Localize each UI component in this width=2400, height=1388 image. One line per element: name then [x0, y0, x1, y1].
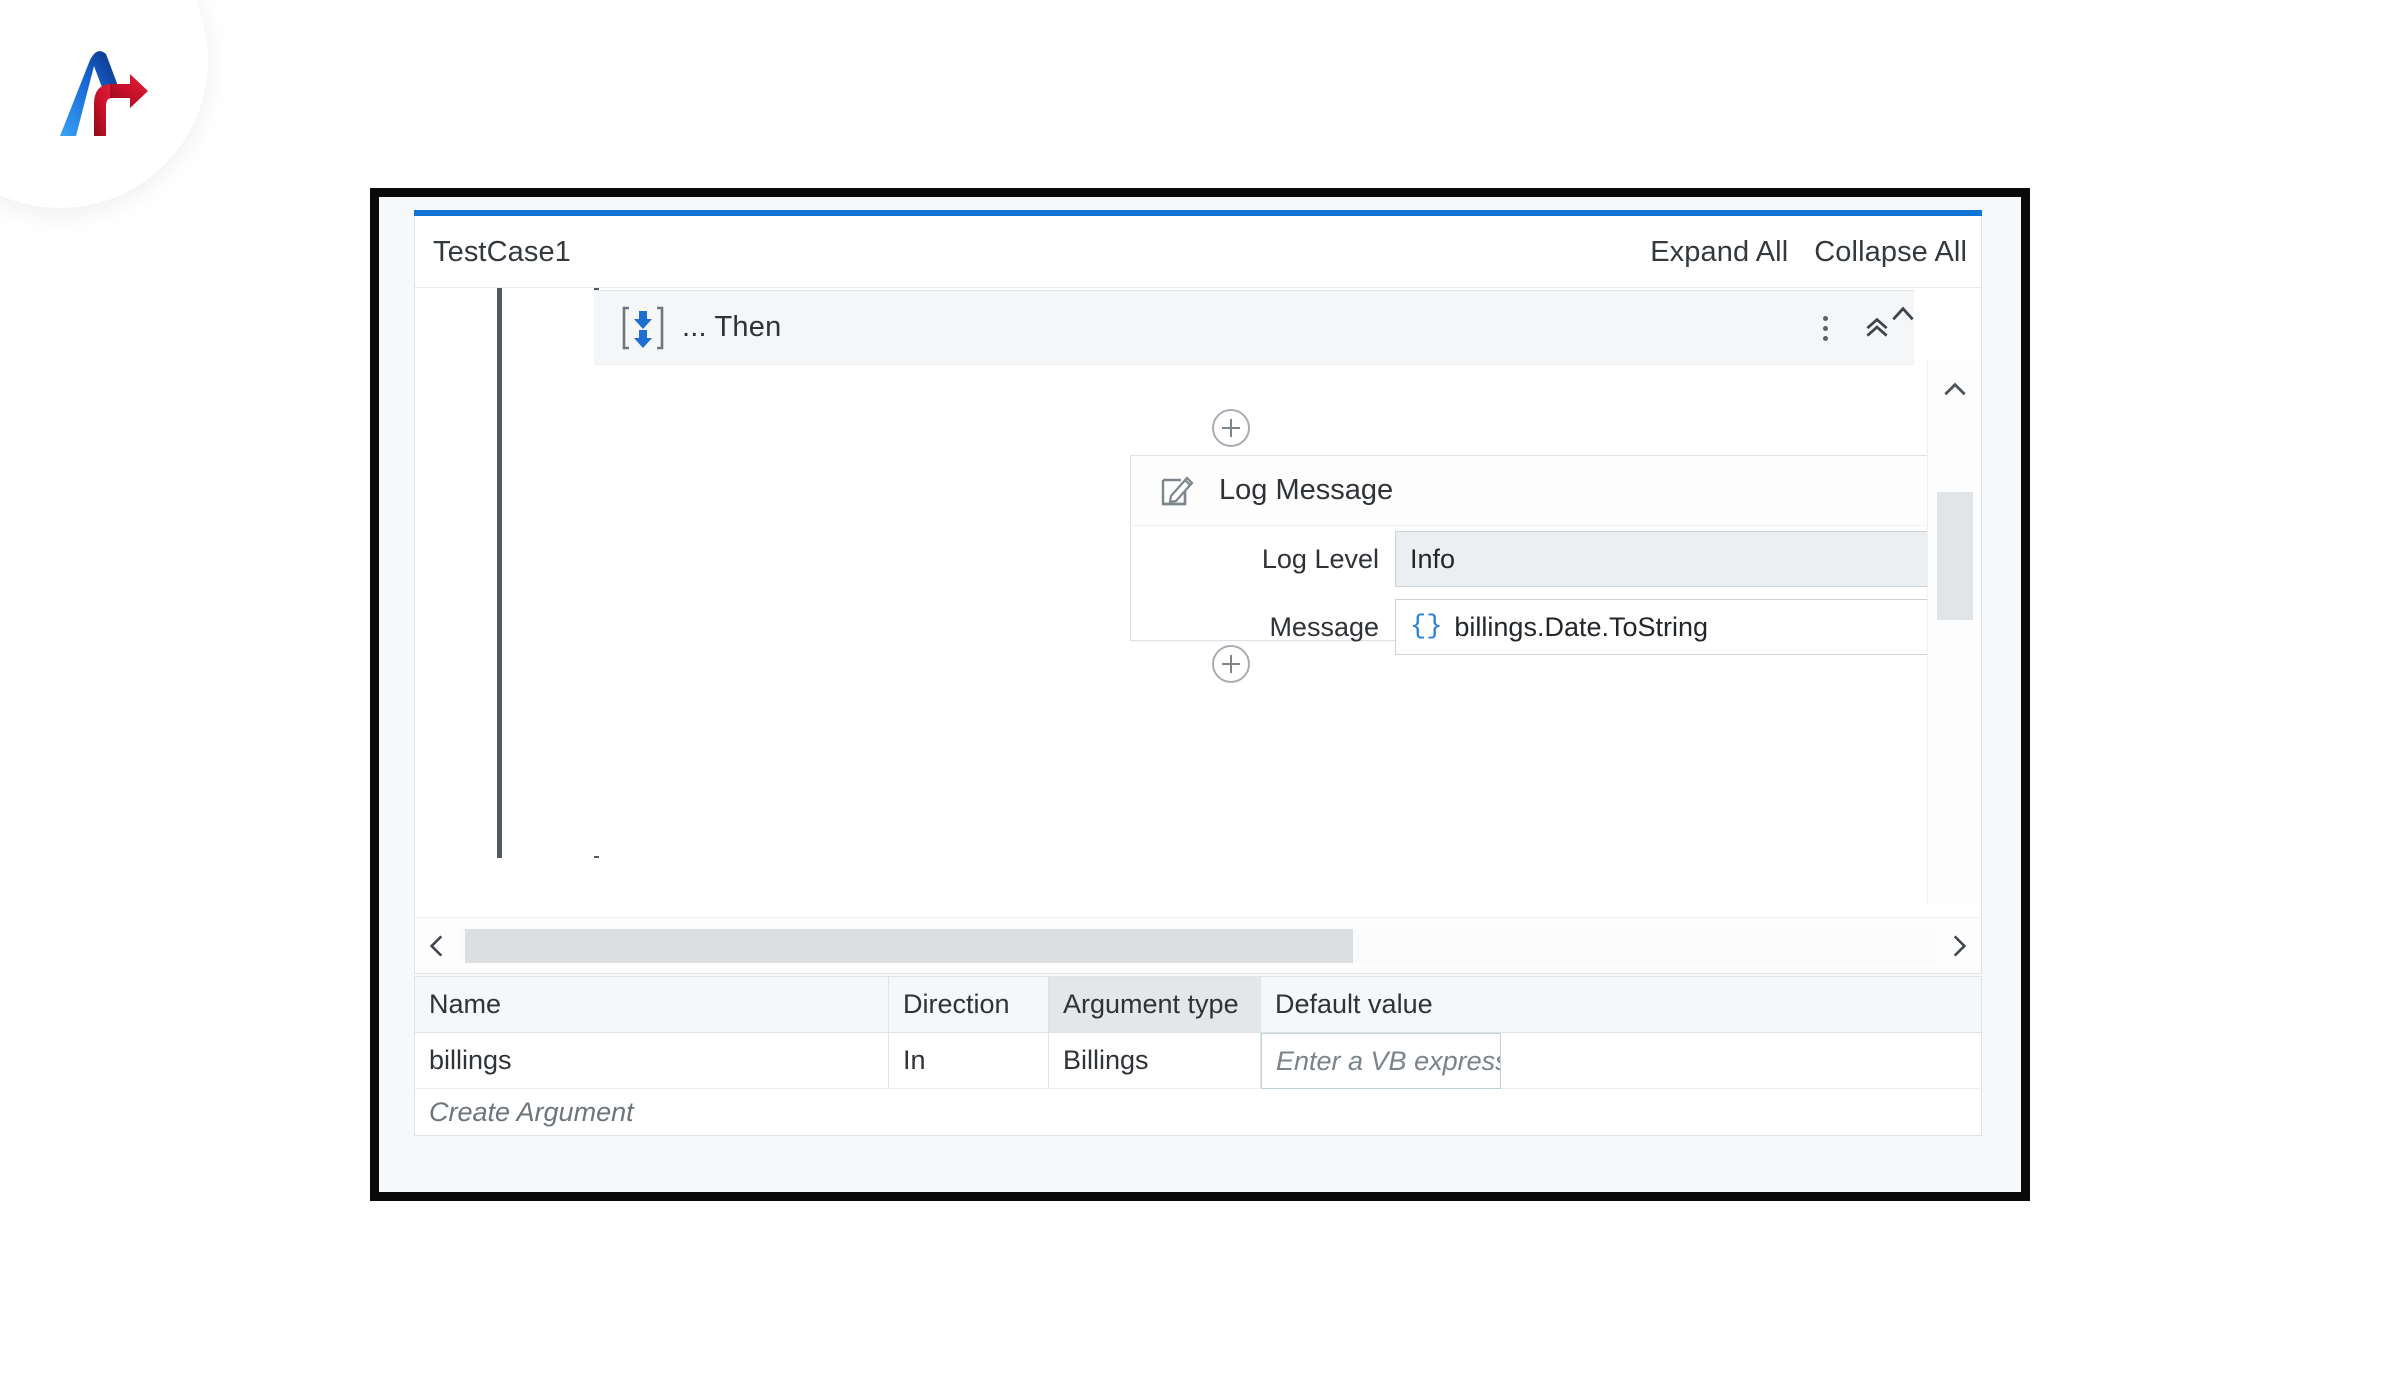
canvas-vertical-scrollbar[interactable]	[1927, 360, 1981, 903]
column-header-name[interactable]: Name	[415, 977, 889, 1032]
log-level-value: Info	[1410, 543, 1456, 574]
kebab-menu-icon[interactable]	[1819, 312, 1832, 345]
chevron-down-icon[interactable]	[1928, 897, 1981, 903]
vertical-scroll-thumb[interactable]	[1937, 492, 1973, 620]
column-header-default-value[interactable]: Default value	[1261, 977, 1501, 1032]
property-row-message: Message {} billings.Date.ToString	[1131, 598, 1981, 656]
header-actions: Expand All Collapse All	[1650, 236, 1967, 269]
canvas-horizontal-scrollbar[interactable]	[415, 917, 1981, 973]
then-controls	[1819, 291, 1914, 365]
then-sequence-block: ... Then Log Message Log Level Info Mess…	[594, 290, 1981, 856]
expression-braces-icon: {}	[1410, 612, 1443, 642]
collapse-all-button[interactable]: Collapse All	[1814, 236, 1967, 269]
workflow-designer-panel: TestCase1 Expand All Collapse All ... Th…	[414, 216, 1982, 974]
app-inner-surface: TestCase1 Expand All Collapse All ... Th…	[388, 206, 2012, 1183]
then-header[interactable]: ... Then	[594, 291, 1914, 365]
ascendion-logo	[48, 44, 168, 154]
message-label: Message	[1269, 611, 1379, 642]
activity-title: Log Message	[1219, 474, 1394, 506]
create-argument-button[interactable]: Create Argument	[415, 1089, 1981, 1135]
argument-direction-cell[interactable]: In	[889, 1033, 1049, 1088]
note-pencil-icon	[1157, 471, 1197, 511]
expand-all-button[interactable]: Expand All	[1650, 236, 1788, 269]
chevron-right-icon[interactable]	[1937, 931, 1981, 961]
column-header-direction[interactable]: Direction	[889, 977, 1049, 1032]
message-expression-input[interactable]: {} billings.Date.ToString	[1395, 599, 1981, 655]
chevron-up-icon[interactable]	[1888, 299, 1918, 334]
log-level-dropdown[interactable]: Info	[1395, 531, 1981, 587]
property-row-log-level: Log Level Info	[1131, 530, 1981, 588]
if-then-branch-icon	[620, 303, 666, 353]
message-expression-value: billings.Date.ToString	[1454, 611, 1709, 642]
column-header-argument-type[interactable]: Argument type	[1049, 977, 1261, 1032]
chevron-up-icon[interactable]	[1928, 368, 1981, 412]
table-row[interactable]: billings In Billings Enter a VB expressi…	[415, 1033, 1981, 1089]
argument-type-cell[interactable]: Billings	[1049, 1033, 1261, 1088]
breadcrumb[interactable]: TestCase1	[433, 236, 571, 269]
chevron-left-icon[interactable]	[415, 931, 459, 961]
app-window-frame: TestCase1 Expand All Collapse All ... Th…	[370, 188, 2030, 1201]
sequence-rail-outer	[497, 288, 502, 858]
argument-default-value-input[interactable]: Enter a VB expressio	[1261, 1033, 1501, 1089]
horizontal-scroll-track[interactable]	[459, 928, 1937, 963]
then-label: ... Then	[682, 311, 782, 343]
log-level-label: Log Level	[1261, 543, 1379, 574]
log-message-activity-card[interactable]: Log Message Log Level Info Message {} bi…	[1130, 455, 1981, 655]
argument-name-cell[interactable]: billings	[415, 1033, 889, 1088]
activity-header: Log Message	[1131, 456, 1981, 526]
activity-canvas: ... Then Log Message Log Level Info Mess…	[415, 288, 1981, 903]
arguments-table: Name Direction Argument type Default val…	[414, 976, 1982, 1136]
horizontal-scroll-thumb[interactable]	[465, 928, 1353, 963]
arguments-table-footer: Create Argument	[415, 1089, 1981, 1135]
designer-header: TestCase1 Expand All Collapse All	[415, 216, 1981, 288]
add-activity-below-button[interactable]	[1212, 645, 1250, 683]
add-activity-above-button[interactable]	[1212, 409, 1250, 447]
arguments-table-header: Name Direction Argument type Default val…	[415, 977, 1981, 1033]
